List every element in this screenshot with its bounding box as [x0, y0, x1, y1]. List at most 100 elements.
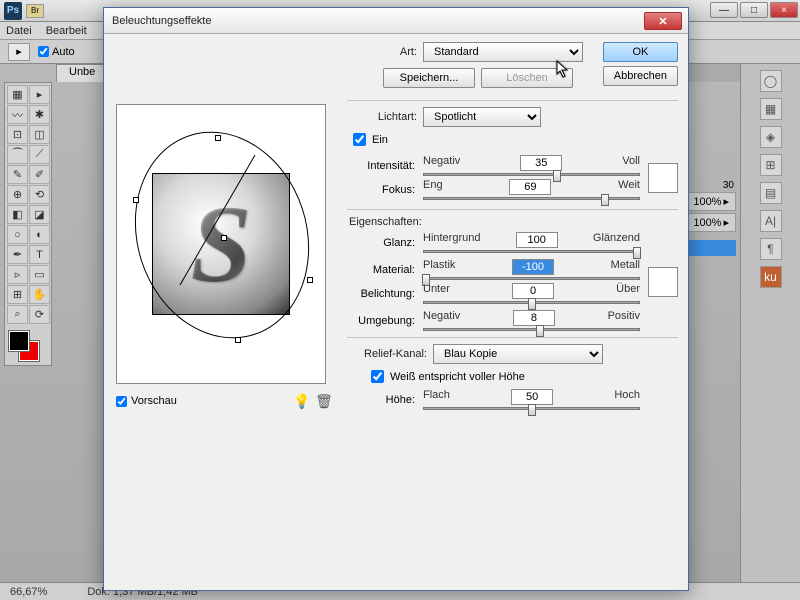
- adjustments-panel-icon[interactable]: ⊞: [760, 154, 782, 176]
- path-tool[interactable]: ▹: [7, 265, 28, 284]
- focus-slider[interactable]: [423, 197, 640, 200]
- material-value[interactable]: [512, 259, 554, 275]
- menu-datei[interactable]: Datei: [6, 25, 32, 37]
- on-label: Ein: [372, 134, 388, 146]
- slider-min-label: Unter: [423, 283, 450, 299]
- style-select[interactable]: Standard: [423, 42, 583, 62]
- para-panel-icon[interactable]: ¶: [760, 238, 782, 260]
- slider-max-label: Metall: [611, 259, 640, 275]
- cancel-button[interactable]: Abbrechen: [603, 66, 678, 86]
- texture-label: Relief-Kanal:: [347, 348, 427, 360]
- lighting-effects-dialog: Beleuchtungseffekte ✕ S Vorschau 💡 🗑: [103, 7, 689, 591]
- dialog-titlebar[interactable]: Beleuchtungseffekte ✕: [104, 8, 688, 34]
- save-button[interactable]: Speichern...: [383, 68, 475, 88]
- lighttype-select[interactable]: Spotlicht: [423, 107, 541, 127]
- exposure-value[interactable]: [512, 283, 554, 299]
- auto-label: Auto: [52, 46, 75, 58]
- preview-label: Vorschau: [131, 395, 177, 407]
- fg-color-swatch[interactable]: [9, 331, 29, 351]
- crop-tool[interactable]: ⊡: [7, 125, 28, 144]
- light-handle[interactable]: [307, 277, 313, 283]
- gloss-value[interactable]: [516, 232, 558, 248]
- art-label: Art:: [347, 46, 417, 58]
- ambience-value[interactable]: [513, 310, 555, 326]
- stamp-tool[interactable]: ⊕: [7, 185, 28, 204]
- dialog-title: Beleuchtungseffekte: [112, 15, 211, 27]
- preview-checkbox[interactable]: [116, 396, 127, 407]
- ruler-tool[interactable]: ⟋: [29, 145, 50, 164]
- height-value[interactable]: [511, 389, 553, 405]
- gloss-slider[interactable]: [423, 250, 640, 253]
- slice-tool[interactable]: ◫: [29, 125, 50, 144]
- layers-panel-icon[interactable]: ▤: [760, 182, 782, 204]
- trash-icon[interactable]: 🗑: [315, 392, 333, 410]
- light-handle[interactable]: [133, 197, 139, 203]
- blur-tool[interactable]: ○: [7, 225, 28, 244]
- doc-tab[interactable]: Unbe: [56, 64, 108, 82]
- slider-max-label: Voll: [622, 155, 640, 171]
- preview-area[interactable]: S: [116, 104, 326, 384]
- ok-button[interactable]: OK: [603, 42, 678, 62]
- lightbulb-icon[interactable]: 💡: [293, 392, 311, 410]
- type-tool[interactable]: T: [29, 245, 50, 264]
- menu-bearbeiten[interactable]: Bearbeit: [46, 25, 87, 37]
- intensity-label: Intensität:: [347, 160, 421, 172]
- close-dialog-button[interactable]: ✕: [644, 12, 682, 30]
- ambience-slider[interactable]: [423, 328, 640, 331]
- hand-tool[interactable]: ✋: [29, 285, 50, 304]
- styles-panel-icon[interactable]: ◈: [760, 126, 782, 148]
- intensity-slider[interactable]: [423, 173, 640, 176]
- texture-channel-select[interactable]: Blau Kopie: [433, 344, 603, 364]
- dodge-tool[interactable]: ◐: [29, 225, 50, 244]
- zoom-level[interactable]: 66,67%: [10, 586, 47, 598]
- lasso-tool[interactable]: 〰: [7, 105, 28, 124]
- current-tool-icon[interactable]: ▸: [8, 43, 30, 61]
- wand-tool[interactable]: ✱: [29, 105, 50, 124]
- rotate-tool[interactable]: ⟳: [29, 305, 50, 324]
- light-color-swatch[interactable]: [648, 163, 678, 193]
- history-tool[interactable]: ⟲: [29, 185, 50, 204]
- char-panel-icon[interactable]: A|: [760, 210, 782, 232]
- exposure-label: Belichtung:: [347, 288, 421, 300]
- ambient-color-swatch[interactable]: [648, 267, 678, 297]
- focus-label: Fokus:: [347, 184, 421, 196]
- pencil-tool[interactable]: ✐: [29, 165, 50, 184]
- color-swatches[interactable]: [7, 329, 50, 363]
- gradient-tool[interactable]: ◪: [29, 205, 50, 224]
- material-slider[interactable]: [423, 277, 640, 280]
- pen-tool[interactable]: ✒: [7, 245, 28, 264]
- shape-tool[interactable]: ▭: [29, 265, 50, 284]
- light-center-handle[interactable]: [221, 235, 227, 241]
- height-label: Höhe:: [347, 394, 421, 406]
- zoom-tool[interactable]: ⌕: [7, 305, 28, 324]
- swatches-panel-icon[interactable]: ▦: [760, 98, 782, 120]
- slider-max-label: Weit: [618, 179, 640, 195]
- height-slider[interactable]: [423, 407, 640, 410]
- maximize-button[interactable]: □: [740, 2, 768, 18]
- intensity-value[interactable]: [520, 155, 562, 171]
- brush-tool[interactable]: ✎: [7, 165, 28, 184]
- auto-checkbox[interactable]: [38, 46, 49, 57]
- ambience-label: Umgebung:: [347, 315, 421, 327]
- gloss-label: Glanz:: [347, 237, 421, 249]
- properties-heading: Eigenschaften:: [349, 216, 678, 228]
- slider-min-label: Negativ: [423, 310, 460, 326]
- white-high-label: Weiß entspricht voller Höhe: [390, 371, 525, 383]
- bridge-icon[interactable]: Br: [26, 4, 44, 18]
- close-app-button[interactable]: ×: [770, 2, 798, 18]
- notes-tool[interactable]: ⊞: [7, 285, 28, 304]
- move-tool[interactable]: ▦: [7, 85, 28, 104]
- minimize-button[interactable]: —: [710, 2, 738, 18]
- eraser-tool[interactable]: ◧: [7, 205, 28, 224]
- exposure-slider[interactable]: [423, 301, 640, 304]
- marquee-tool[interactable]: ▸: [29, 85, 50, 104]
- light-handle[interactable]: [215, 135, 221, 141]
- focus-value[interactable]: [509, 179, 551, 195]
- color-panel-icon[interactable]: ◯: [760, 70, 782, 92]
- toolbox: ▦▸ 〰✱ ⊡◫ ⁀⟋ ✎✐ ⊕⟲ ◧◪ ○◐ ✒T ▹▭ ⊞✋ ⌕⟳: [4, 82, 52, 366]
- light-handle[interactable]: [235, 337, 241, 343]
- kuler-panel-icon[interactable]: ku: [760, 266, 782, 288]
- white-high-checkbox[interactable]: [371, 370, 384, 383]
- on-checkbox[interactable]: [353, 133, 366, 146]
- eyedropper-tool[interactable]: ⁀: [7, 145, 28, 164]
